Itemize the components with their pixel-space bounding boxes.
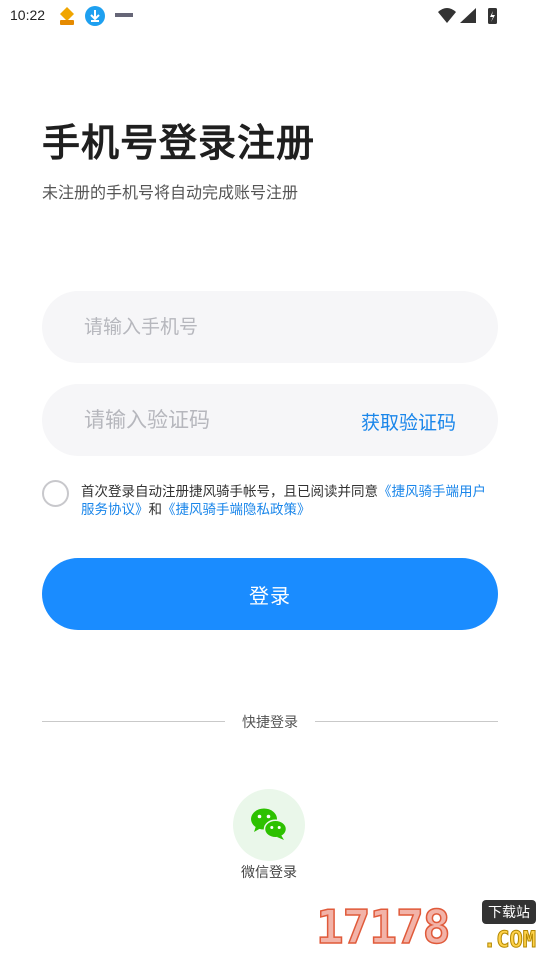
page-title: 手机号登录注册 <box>42 121 316 165</box>
app-badge-icon <box>60 7 74 25</box>
agreement-connector: 和 <box>148 502 163 518</box>
watermark-number: 17178 <box>315 899 451 955</box>
code-field-container[interactable]: 获取验证码 <box>42 384 498 456</box>
signal-icon <box>460 8 476 23</box>
status-right-icons <box>438 8 497 24</box>
download-icon <box>85 6 105 26</box>
site-watermark: 17178 下载站 .COM <box>312 896 540 960</box>
wechat-login-label: 微信登录 <box>241 865 297 881</box>
phone-input[interactable] <box>84 291 344 363</box>
page-subtitle: 未注册的手机号将自动完成账号注册 <box>42 183 299 202</box>
notification-mini-icon <box>115 13 133 17</box>
agreement-text: 首次登录自动注册捷风骑手帐号，且已阅读并同意《捷风骑手端用户服务协议》和《捷风骑… <box>81 483 498 519</box>
divider-right <box>315 721 498 722</box>
get-code-button[interactable]: 获取验证码 <box>361 408 456 435</box>
agreement-prefix: 首次登录自动注册捷风骑手帐号，且已阅读并同意 <box>81 484 378 500</box>
watermark-suffix: .COM <box>483 928 537 954</box>
agreement-checkbox[interactable] <box>42 480 69 507</box>
status-time: 10:22 <box>10 7 46 23</box>
privacy-policy-link[interactable]: 《捷风骑手端隐私政策》 <box>162 502 311 518</box>
wechat-icon <box>251 808 288 840</box>
login-button[interactable]: 登录 <box>42 558 498 630</box>
verification-code-input[interactable] <box>84 384 344 456</box>
status-bar: 10:22 <box>0 0 540 32</box>
wechat-login-button[interactable] <box>233 789 305 861</box>
quick-login-label: 快捷登录 <box>242 715 298 731</box>
phone-field-container[interactable] <box>42 291 498 363</box>
wifi-icon <box>438 8 456 23</box>
divider-left <box>42 721 225 722</box>
watermark-badge: 下载站 <box>482 900 536 924</box>
